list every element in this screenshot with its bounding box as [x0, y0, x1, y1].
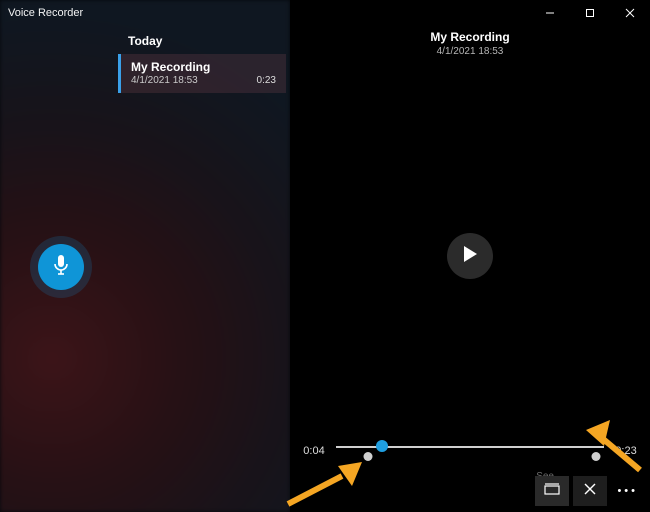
track-timestamp: 4/1/2021 18:53: [290, 46, 650, 57]
marker-dot[interactable]: [364, 452, 373, 461]
action-bar: •••: [535, 476, 644, 506]
recording-title: My Recording: [131, 60, 276, 74]
playback-panel: My Recording 4/1/2021 18:53 0:04 0:23 Se…: [290, 0, 650, 512]
seek-track[interactable]: [336, 442, 604, 460]
track-header: My Recording 4/1/2021 18:53: [290, 30, 650, 57]
recording-duration: 0:23: [257, 75, 276, 86]
timeline: 0:04 0:23: [300, 442, 640, 460]
recordings-list: Today My Recording 4/1/2021 18:53 0:23: [118, 26, 290, 512]
title-bar: Voice Recorder: [0, 0, 650, 26]
recording-timestamp: 4/1/2021 18:53: [131, 75, 276, 86]
caption-buttons: [530, 0, 650, 26]
play-button[interactable]: [447, 233, 493, 279]
delete-button[interactable]: [573, 476, 607, 506]
trim-icon: [544, 482, 560, 501]
close-button[interactable]: [610, 0, 650, 26]
recordings-panel: Today My Recording 4/1/2021 18:53 0:23: [0, 0, 290, 512]
seek-thumb[interactable]: [376, 440, 388, 452]
ellipsis-icon: •••: [617, 485, 638, 497]
recording-item[interactable]: My Recording 4/1/2021 18:53 0:23: [118, 54, 286, 93]
app-title: Voice Recorder: [8, 7, 83, 19]
maximize-button[interactable]: [570, 0, 610, 26]
section-header-today: Today: [118, 26, 290, 54]
microphone-icon: [52, 254, 70, 281]
minimize-button[interactable]: [530, 0, 570, 26]
record-button[interactable]: [38, 244, 84, 290]
trim-button[interactable]: [535, 476, 569, 506]
marker-dot[interactable]: [591, 452, 600, 461]
track-title: My Recording: [290, 30, 650, 44]
close-icon: [584, 482, 596, 500]
more-button[interactable]: •••: [611, 485, 644, 497]
voice-recorder-window: Voice Recorder Today My Recording 4/1/20…: [0, 0, 650, 512]
current-time-label: 0:04: [300, 445, 328, 457]
total-time-label: 0:23: [612, 445, 640, 457]
play-icon: [462, 245, 478, 268]
